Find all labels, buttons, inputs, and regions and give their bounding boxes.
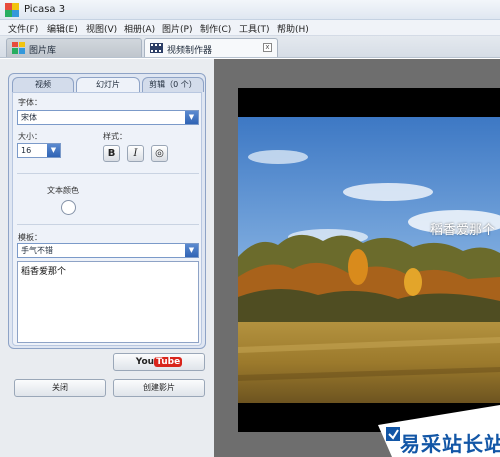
- left-sidebar: 视频 幻灯片 剪辑（0 个） 字体： 宋体 ▼ 大小： 16 ▼ 样式： B I…: [0, 59, 214, 457]
- create-movie-button[interactable]: 创建影片: [113, 379, 205, 397]
- template-label: 模板：: [18, 233, 42, 242]
- separator: [17, 173, 199, 174]
- size-select-value: 16: [21, 146, 32, 155]
- tab-movie-maker[interactable]: 视频制作器 x: [144, 38, 278, 57]
- close-button[interactable]: 关闭: [14, 379, 106, 397]
- menu-bar: 文件(F) 编辑(E) 视图(V) 相册(A) 图片(P) 制作(C) 工具(T…: [0, 20, 500, 36]
- slideshow-settings: 字体： 宋体 ▼ 大小： 16 ▼ 样式： B I ◎ 文本颜色 模板： 手气不…: [12, 92, 202, 346]
- menu-help[interactable]: 帮助(H): [277, 22, 309, 35]
- letterbox-top: [238, 88, 500, 117]
- slide-text-input[interactable]: 稻香爱那个: [17, 261, 199, 343]
- app-title: Picasa 3: [24, 4, 66, 15]
- title-bar: Picasa 3: [0, 0, 500, 20]
- slide-overlay-text: 稻香爱那个: [430, 223, 496, 238]
- menu-create[interactable]: 制作(C): [200, 22, 231, 35]
- subtab-clips[interactable]: 剪辑（0 个）: [142, 77, 204, 92]
- movie-settings-panel: 视频 幻灯片 剪辑（0 个） 字体： 宋体 ▼ 大小： 16 ▼ 样式： B I…: [8, 73, 206, 349]
- youtube-logo-you: You: [135, 357, 155, 367]
- italic-button[interactable]: I: [127, 145, 144, 162]
- subtab-slideshow[interactable]: 幻灯片: [76, 77, 140, 93]
- chevron-down-icon[interactable]: ▼: [185, 111, 198, 124]
- picasa-logo-icon: [5, 3, 19, 17]
- menu-file[interactable]: 文件(F): [8, 22, 38, 35]
- tab-library-label: 图片库: [29, 46, 57, 56]
- size-select[interactable]: 16 ▼: [17, 143, 61, 158]
- font-select-value: 宋体: [21, 113, 37, 122]
- menu-picture[interactable]: 图片(P): [162, 22, 192, 35]
- template-select-value: 手气不错: [21, 246, 53, 255]
- menu-album[interactable]: 相册(A): [124, 22, 155, 35]
- youtube-logo-tube: Tube: [154, 357, 183, 367]
- size-label: 大小：: [18, 132, 42, 141]
- film-strip-icon: [150, 43, 163, 53]
- text-color-picker[interactable]: [61, 200, 76, 215]
- watermark-url: jb51.net: [438, 414, 484, 427]
- tab-bar: 图片库 视频制作器 x: [0, 36, 500, 58]
- menu-edit[interactable]: 编辑(E): [47, 22, 78, 35]
- menu-tools[interactable]: 工具(T): [239, 22, 270, 35]
- close-icon[interactable]: x: [263, 43, 272, 52]
- text-color-label: 文本颜色: [47, 186, 79, 195]
- bold-button[interactable]: B: [103, 145, 120, 162]
- menu-view[interactable]: 视图(V): [86, 22, 117, 35]
- preview-area: 稻香爱那个: [214, 59, 500, 457]
- tab-library[interactable]: 图片库: [6, 38, 142, 57]
- tab-movie-maker-label: 视频制作器: [167, 46, 213, 56]
- separator: [17, 224, 199, 225]
- outline-button[interactable]: ◎: [151, 145, 168, 162]
- style-label: 样式：: [103, 132, 127, 141]
- template-select[interactable]: 手气不错 ▼: [17, 243, 199, 258]
- chevron-down-icon[interactable]: ▼: [47, 144, 60, 157]
- youtube-upload-button[interactable]: You Tube: [113, 353, 205, 371]
- subtab-video[interactable]: 视频: [12, 77, 74, 92]
- preview-image: [238, 117, 500, 403]
- watermark-text: 易采站长站: [400, 432, 500, 456]
- font-label: 字体：: [18, 98, 42, 107]
- library-icon: [12, 42, 25, 54]
- chevron-down-icon[interactable]: ▼: [185, 244, 198, 257]
- font-select[interactable]: 宋体 ▼: [17, 110, 199, 125]
